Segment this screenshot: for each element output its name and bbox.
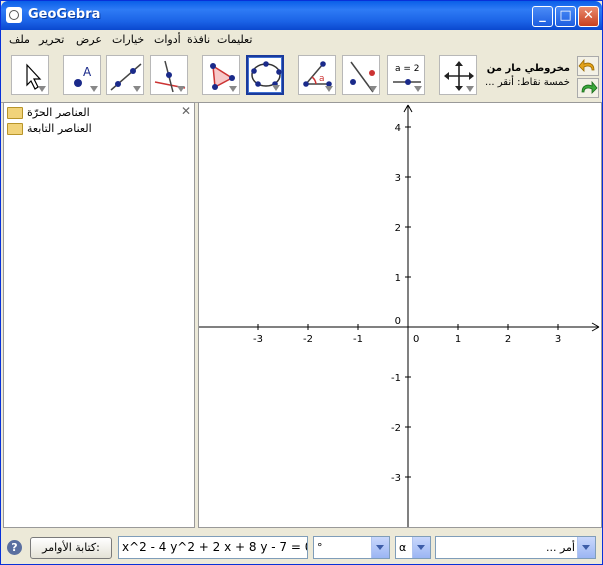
tool-line[interactable] — [106, 55, 144, 95]
input-field[interactable]: x^2 - 4 y^2 + 2 x + 8 y - 7 = 0 — [118, 536, 308, 559]
tool-help-text: مخروطي مار من خمسة نقاط: أنقر ... — [485, 62, 570, 90]
x-tick-label: -3 — [253, 334, 263, 345]
minimize-button[interactable]: _ — [532, 6, 553, 27]
chevron-down-icon — [577, 537, 595, 558]
chevron-down-icon — [371, 537, 389, 558]
menu-file[interactable]: ملف — [9, 33, 30, 46]
tool-conic-five-points[interactable] — [246, 55, 284, 95]
polygon-icon — [210, 63, 235, 90]
x-tick-label: -2 — [303, 334, 313, 345]
input-help-icon[interactable]: ? — [7, 540, 22, 555]
undo-button[interactable] — [577, 56, 599, 76]
y-tick-label: -3 — [391, 473, 401, 484]
tool-slider[interactable]: a = 2 — [387, 55, 425, 95]
title-bar[interactable]: GeoGebra _ □ ✕ — [1, 1, 602, 30]
angle-label: a — [319, 74, 325, 84]
maximize-button[interactable]: □ — [555, 6, 576, 27]
close-icon: ✕ — [583, 8, 594, 23]
y-tick-label: -1 — [391, 373, 401, 384]
greek-dropdown[interactable]: α — [395, 536, 431, 559]
maximize-icon: □ — [559, 8, 572, 23]
minimize-icon: _ — [539, 8, 546, 23]
menu-bar: ملف تحرير عرض خيارات أدوات نافذة تعليمات — [1, 30, 602, 50]
symbols-dropdown[interactable]: ° — [313, 536, 390, 559]
menu-options[interactable]: خيارات — [112, 33, 144, 46]
geogebra-app-icon — [6, 7, 22, 23]
free-objects-label: العناصر الحرّة — [27, 106, 90, 119]
line-through-points-icon — [110, 63, 142, 91]
point-icon: A — [74, 65, 92, 87]
free-objects-folder[interactable]: العناصر الحرّة — [7, 106, 90, 120]
menu-window[interactable]: نافذة — [187, 33, 210, 46]
slider-icon: a = 2 — [393, 64, 421, 85]
commands-value: أمر ... — [545, 541, 575, 554]
y-tick-label: 0 — [395, 316, 401, 327]
folder-icon — [7, 107, 23, 119]
dependent-objects-label: العناصر التابعة — [27, 122, 92, 135]
move-graphics-icon — [444, 61, 474, 91]
tool-help-desc: خمسة نقاط: أنقر ... — [485, 77, 570, 88]
tool-perpendicular-line[interactable] — [150, 55, 188, 95]
tool-move-graphics[interactable] — [439, 55, 477, 95]
menu-tools[interactable]: أدوات — [154, 33, 181, 46]
window-title: GeoGebra — [28, 7, 101, 22]
chevron-down-icon — [412, 537, 430, 558]
coordinate-axes: -3 -2 -1 0 1 2 3 4 3 2 1 0 -1 -2 -3 — [199, 104, 600, 527]
x-tick-label: 0 — [413, 334, 419, 345]
symbols-value: ° — [317, 541, 323, 554]
x-tick-label: 1 — [455, 334, 461, 345]
y-tick-label: 3 — [395, 173, 401, 184]
perpendicular-line-icon — [154, 60, 186, 93]
tool-new-point[interactable]: A — [63, 55, 101, 95]
folder-icon — [7, 123, 23, 135]
angle-icon: a — [303, 61, 332, 87]
menu-help[interactable]: تعليمات — [217, 33, 252, 46]
input-command-button[interactable]: كتابة الأوامر: — [30, 537, 112, 559]
algebra-view[interactable]: العناصر الحرّة العناصر التابعة ✕ — [3, 102, 195, 528]
y-tick-label: -2 — [391, 423, 401, 434]
input-bar: ? كتابة الأوامر: x^2 - 4 y^2 + 2 x + 8 y… — [1, 531, 602, 564]
toolbar: A a a = 2 مخروطي مار من خمسة نقاط: أنقر … — [1, 50, 602, 103]
y-tick-label: 2 — [395, 223, 401, 234]
arrow-cursor-icon — [26, 63, 42, 90]
reflect-icon — [350, 61, 375, 93]
tool-angle[interactable]: a — [298, 55, 336, 95]
x-tick-label: 3 — [555, 334, 561, 345]
svg-text:A: A — [83, 65, 92, 79]
menu-view[interactable]: عرض — [76, 33, 102, 46]
tool-help-title: مخروطي مار من — [486, 63, 570, 74]
menu-edit[interactable]: تحرير — [39, 33, 64, 46]
slider-label: a = 2 — [395, 64, 420, 74]
tool-move[interactable] — [11, 55, 49, 95]
commands-dropdown[interactable]: أمر ... — [435, 536, 596, 559]
undo-icon — [578, 58, 595, 72]
dependent-objects-folder[interactable]: العناصر التابعة — [7, 122, 92, 136]
x-tick-label: 2 — [505, 334, 511, 345]
conic-five-points-icon — [251, 61, 282, 87]
redo-button[interactable] — [577, 78, 599, 98]
x-tick-label: -1 — [353, 334, 363, 345]
y-tick-label: 4 — [395, 123, 401, 134]
tool-polygon[interactable] — [202, 55, 240, 95]
redo-icon — [581, 80, 598, 94]
close-button[interactable]: ✕ — [578, 6, 599, 27]
graphics-view[interactable]: -3 -2 -1 0 1 2 3 4 3 2 1 0 -1 -2 -3 — [198, 102, 602, 528]
greek-value: α — [399, 541, 407, 554]
tool-reflect-about-line[interactable] — [342, 55, 380, 95]
geogebra-window: GeoGebra _ □ ✕ ملف تحرير عرض خيارات أدوا… — [0, 0, 603, 565]
y-tick-label: 1 — [395, 273, 401, 284]
close-algebra-icon[interactable]: ✕ — [181, 104, 191, 118]
